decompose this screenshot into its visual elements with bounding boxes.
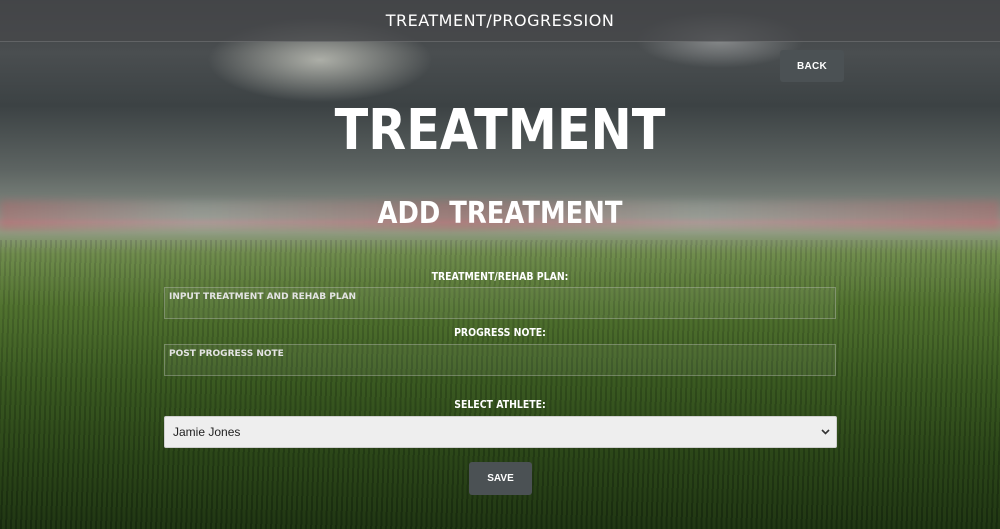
save-button[interactable]: SAVE bbox=[469, 462, 532, 495]
progress-note-input[interactable] bbox=[164, 344, 836, 376]
app-title: TREATMENT/PROGRESSION bbox=[385, 11, 615, 30]
page-title: TREATMENT bbox=[334, 98, 666, 163]
back-button[interactable]: BACK bbox=[780, 50, 844, 82]
athlete-label: SELECT ATHLETE: bbox=[454, 398, 546, 411]
top-bar: TREATMENT/PROGRESSION bbox=[0, 0, 1000, 42]
chevron-down-icon bbox=[821, 427, 830, 438]
athlete-select[interactable]: Jamie Jones bbox=[164, 416, 837, 448]
plan-input[interactable] bbox=[164, 287, 836, 319]
progress-note-label: PROGRESS NOTE: bbox=[454, 326, 546, 339]
page-subtitle: ADD TREATMENT bbox=[377, 196, 623, 231]
athlete-select-value: Jamie Jones bbox=[173, 425, 241, 439]
plan-label: TREATMENT/REHAB PLAN: bbox=[431, 270, 569, 283]
